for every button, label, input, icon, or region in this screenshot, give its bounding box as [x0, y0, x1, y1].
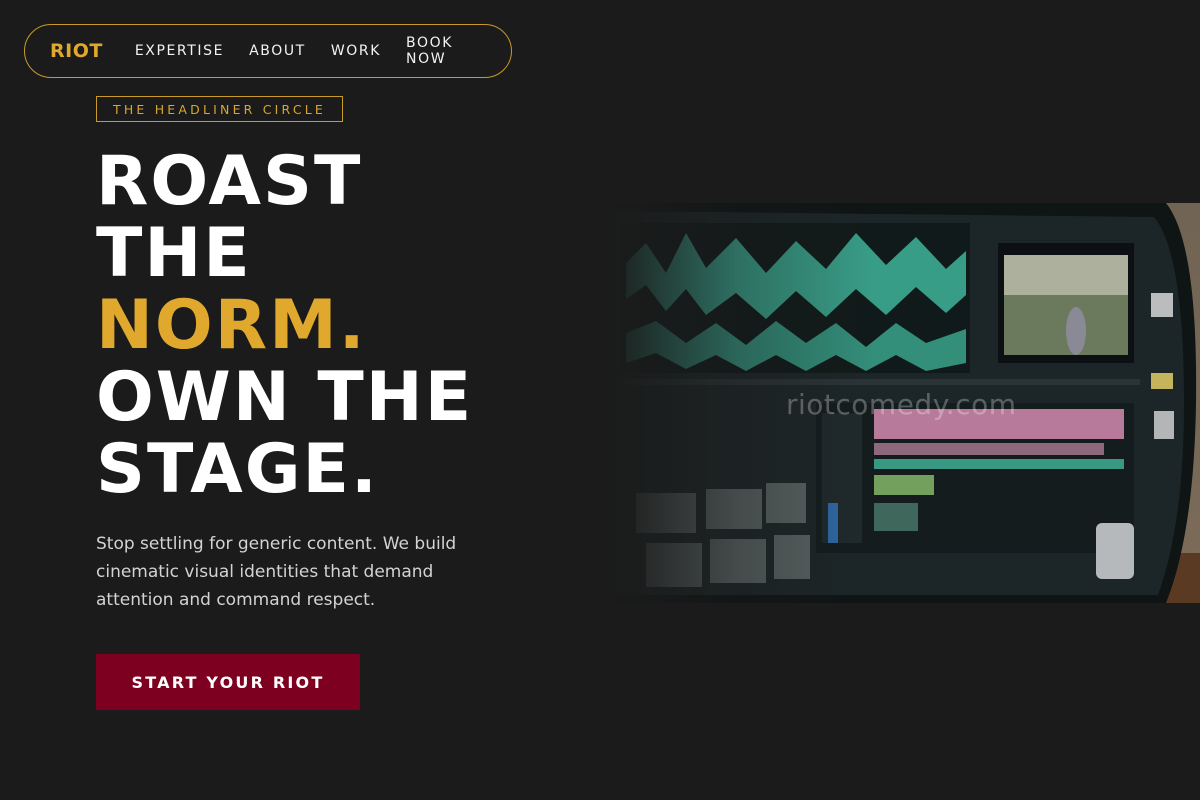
hero-image-video-editing-monitor	[606, 203, 1200, 603]
monitor-illustration	[606, 203, 1200, 603]
headline-line-1: ROAST	[96, 142, 363, 221]
headline-line-3-accent: NORM.	[96, 286, 367, 365]
start-your-riot-button[interactable]: START YOUR RIOT	[96, 654, 360, 710]
nav-link-book-now[interactable]: BOOK NOW	[406, 35, 486, 67]
headline-line-4: OWN THE	[96, 358, 474, 437]
hero-subtext: Stop settling for generic content. We bu…	[96, 534, 457, 610]
nav-link-work[interactable]: WORK	[331, 43, 381, 59]
hero-badge: THE HEADLINER CIRCLE	[96, 96, 344, 122]
headline-line-2: THE	[96, 214, 252, 293]
nav-link-about[interactable]: ABOUT	[249, 43, 306, 59]
top-navigation: RIOT EXPERTISE ABOUT WORK BOOK NOW	[24, 24, 512, 78]
hero-headline: ROAST THE NORM. OWN THE STAGE.	[96, 146, 473, 506]
nav-link-expertise[interactable]: EXPERTISE	[135, 43, 224, 59]
brand-logo[interactable]: RIOT	[50, 40, 103, 62]
headline-line-5: STAGE.	[96, 430, 379, 509]
